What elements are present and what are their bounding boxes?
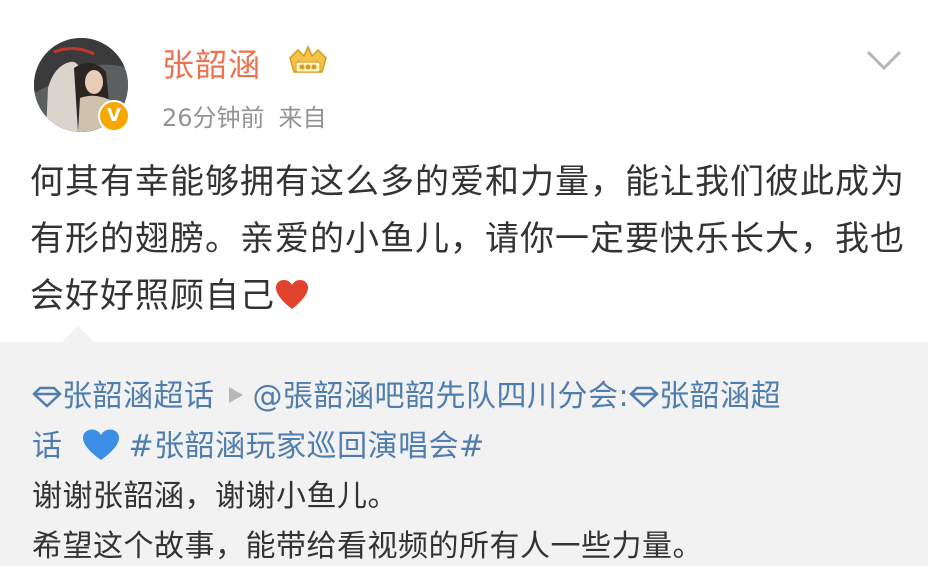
- play-icon: [228, 387, 243, 403]
- post-time: 26分钟前: [162, 104, 265, 132]
- post-source: 来自: [278, 104, 327, 132]
- repost-card[interactable]: 张韶涵超话 @張韶涵吧韶先队四川分会: 张韶涵超话 #张韶涵玩家巡回演唱会# 谢谢张韶…: [0, 326, 928, 566]
- topic-link-supertopic[interactable]: 张韶涵超话: [32, 379, 215, 414]
- diamond-icon: [629, 386, 659, 408]
- verified-v-icon: V: [98, 100, 130, 132]
- post-header: V 张韶涵 26分钟前 来自: [0, 0, 928, 150]
- username[interactable]: 张韶涵: [162, 40, 261, 86]
- chevron-down-icon[interactable]: [864, 46, 904, 74]
- vip-crown-icon[interactable]: [286, 44, 330, 80]
- blue-heart-icon: [82, 429, 119, 460]
- topic-label-2a: 张韶涵超: [659, 379, 782, 414]
- post-text: 何其有幸能够拥有这么多的爱和力量，能让我们彼此成为有形的翅膀。亲爱的小鱼儿，请你…: [30, 154, 910, 325]
- repost-text: 张韶涵超话 @張韶涵吧韶先队四川分会: 张韶涵超话 #张韶涵玩家巡回演唱会# 谢谢张韶…: [32, 372, 912, 572]
- repost-line-3: 希望这个故事，能带给看视频的所有人一些力量。: [32, 529, 703, 564]
- mention-link[interactable]: @張韶涵吧韶先队四川分会:: [253, 379, 630, 414]
- topic-label: 张韶涵超话: [62, 379, 215, 414]
- repost-line-2: 谢谢张韶涵，谢谢小鱼儿。: [32, 479, 398, 514]
- post-text-body: 何其有幸能够拥有这么多的爱和力量，能让我们彼此成为有形的翅膀。亲爱的小鱼儿，请你…: [30, 162, 905, 316]
- topic-label-2b: 话: [32, 429, 63, 464]
- hashtag-link[interactable]: #张韶涵玩家巡回演唱会#: [129, 429, 485, 464]
- post-meta: 26分钟前 来自: [162, 98, 327, 133]
- meta-fade: [340, 95, 380, 129]
- repost-arrow: [62, 326, 94, 342]
- diamond-icon: [32, 386, 62, 408]
- red-heart-icon: [276, 280, 308, 309]
